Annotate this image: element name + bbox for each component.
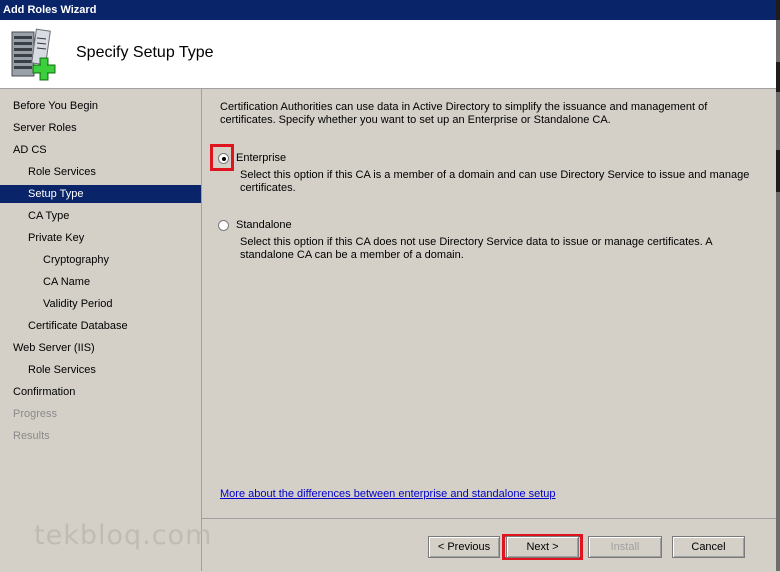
intro-text: Certification Authorities can use data i… [220, 101, 708, 126]
nav-item-confirmation[interactable]: Confirmation [0, 383, 214, 401]
nav-item-ad-cs[interactable]: AD CS [0, 141, 214, 159]
previous-button[interactable]: < Previous [428, 536, 500, 558]
nav-item-server-roles[interactable]: Server Roles [0, 119, 214, 137]
nav-item-results: Results [13, 430, 50, 442]
enterprise-radio[interactable] [218, 153, 229, 164]
nav-item-ca-type[interactable]: CA Type [0, 207, 229, 225]
nav-item-private-key[interactable]: Private Key [0, 229, 229, 247]
nav-item-progress: Progress [13, 408, 58, 420]
wizard-step-navigation: Before You Begin Server Roles AD CS Role… [0, 89, 202, 571]
wizard-button-bar: < Previous Next > Install Cancel [202, 518, 776, 572]
standalone-label[interactable]: Standalone [236, 219, 292, 231]
nav-item-certificate-database[interactable]: Certificate Database [0, 317, 229, 335]
next-button[interactable]: Next > [506, 536, 579, 558]
cancel-button[interactable]: Cancel [672, 536, 745, 558]
watermark: tekbloq.com [34, 520, 213, 551]
nav-item-setup-type[interactable]: Setup Type [0, 185, 201, 203]
wizard-content: Certification Authorities can use data i… [202, 89, 776, 519]
nav-item-web-server-iis[interactable]: Web Server (IIS) [0, 339, 214, 357]
enterprise-label[interactable]: Enterprise [236, 152, 286, 164]
enterprise-description: Select this option if this CA is a membe… [240, 169, 750, 194]
standalone-radio[interactable] [218, 220, 229, 231]
window-title: Add Roles Wizard [3, 4, 97, 16]
install-button: Install [588, 536, 662, 558]
standalone-description: Select this option if this CA does not u… [240, 236, 713, 261]
nav-item-before-you-begin[interactable]: Before You Begin [0, 97, 214, 115]
server-add-icon [11, 28, 56, 81]
nav-item-role-services[interactable]: Role Services [0, 163, 229, 181]
window-title-bar: Add Roles Wizard [0, 0, 776, 20]
setup-differences-link[interactable]: More about the differences between enter… [220, 488, 556, 500]
nav-item-iis-role-services[interactable]: Role Services [0, 361, 229, 379]
page-title: Specify Setup Type [76, 44, 214, 61]
wizard-header: Specify Setup Type [0, 20, 776, 89]
background-window-edge [776, 0, 780, 571]
